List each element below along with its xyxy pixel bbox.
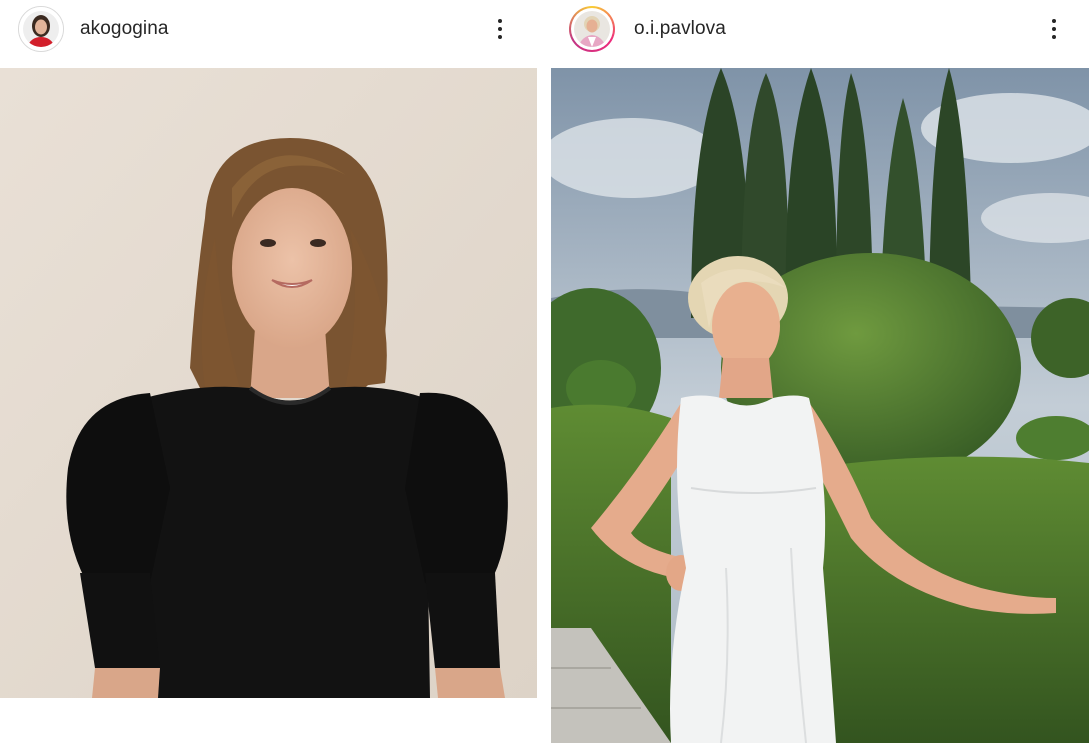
avatar-image-icon (23, 11, 59, 47)
garden-portrait-photo-icon (551, 68, 1089, 743)
more-options-icon[interactable] (1042, 14, 1066, 44)
post-akogogina: akogogina (0, 0, 537, 743)
username[interactable]: o.i.pavlova (634, 18, 726, 40)
avatar[interactable] (18, 6, 64, 52)
portrait-photo-icon (0, 68, 537, 698)
username[interactable]: akogogina (80, 18, 169, 40)
post-header: akogogina (0, 0, 537, 68)
avatar-image-icon (574, 11, 610, 47)
post-o-i-pavlova: o.i.pavlova (551, 0, 1089, 743)
avatar-photo (574, 11, 610, 47)
grid-gap (537, 0, 551, 743)
avatar[interactable] (569, 6, 615, 52)
more-options-icon[interactable] (488, 14, 512, 44)
avatar-photo (23, 11, 59, 47)
post-footer (0, 698, 537, 743)
post-photo[interactable] (0, 68, 537, 698)
post-header: o.i.pavlova (551, 0, 1089, 68)
post-photo[interactable] (551, 68, 1089, 743)
